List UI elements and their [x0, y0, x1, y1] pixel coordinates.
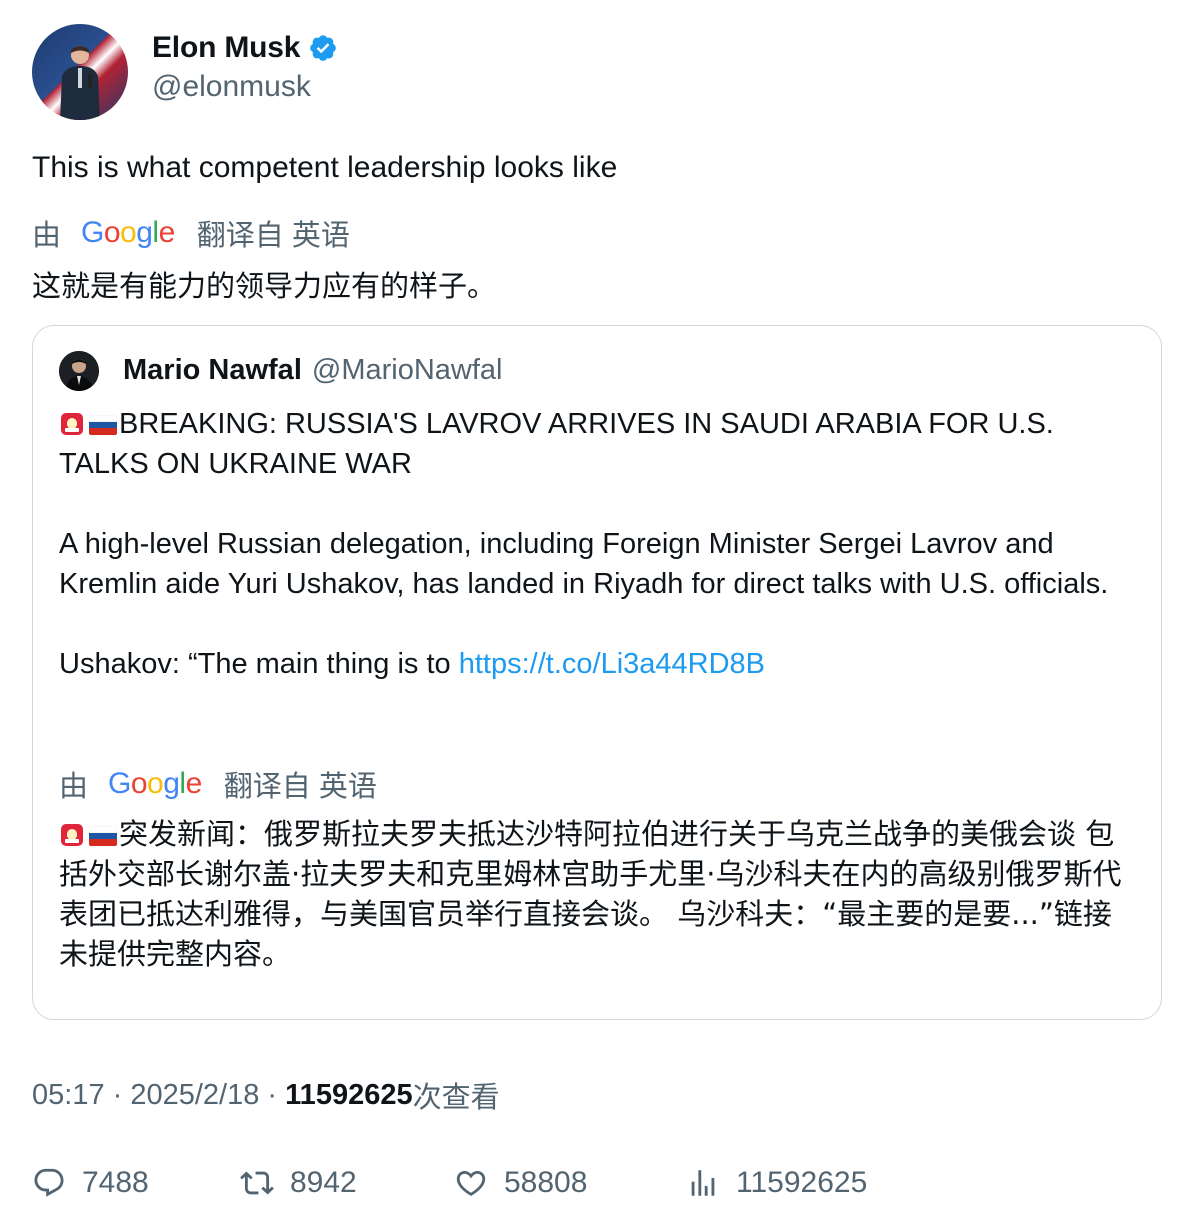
author-name[interactable]: Elon Musk: [152, 31, 300, 65]
quoted-translation-attribution: 由 Google 翻译自 英语: [59, 763, 377, 805]
quoted-translated-by-label: 由: [59, 771, 89, 803]
quoted-headline: BREAKING: RUSSIA'S LAVROV ARRIVES IN SAU…: [59, 408, 1054, 480]
verified-badge-icon: [310, 35, 337, 61]
translation-attribution: 由 Google 翻译自 英语: [32, 212, 350, 254]
view-count: 11592625: [285, 1078, 413, 1111]
retweet-button[interactable]: 8942: [240, 1166, 454, 1200]
avatar-figure: [60, 46, 100, 120]
reply-button[interactable]: 7488: [32, 1166, 240, 1200]
google-logo: Google: [81, 216, 175, 249]
quoted-translated-text: 突发新闻：俄罗斯拉夫罗夫抵达沙特阿拉伯进行关于乌克兰战争的美俄会谈 包括外交部长…: [59, 814, 1139, 974]
analytics-icon: [691, 1170, 715, 1196]
tweet-meta: 05:17 · 2025/2/18 · 11592625 次查看: [32, 1074, 500, 1116]
quoted-tweet-card[interactable]: Mario Nawfal @MarioNawfal BREAKING: RUSS…: [32, 325, 1162, 1020]
translated-tweet-text: 这就是有能力的领导力应有的样子。: [32, 269, 497, 303]
translation-source-label: 翻译自 英语: [196, 220, 350, 252]
like-count: 58808: [504, 1166, 588, 1199]
reply-icon: [34, 1168, 64, 1197]
quoted-quote-line: Ushakov: “The main thing is to https://t…: [59, 644, 1139, 684]
quoted-author-avatar[interactable]: [59, 351, 99, 391]
russia-flag-emoji-icon: [89, 415, 117, 435]
author-name-row[interactable]: Elon Musk: [152, 30, 338, 66]
quoted-translated-body: 突发新闻：俄罗斯拉夫罗夫抵达沙特阿拉伯进行关于乌克兰战争的美俄会谈 包括外交部长…: [59, 817, 1122, 971]
meta-separator: ·: [259, 1078, 286, 1111]
tweet-time[interactable]: 05:17: [32, 1079, 105, 1112]
quoted-headline-line: BREAKING: RUSSIA'S LAVROV ARRIVES IN SAU…: [59, 404, 1139, 484]
quoted-author-name[interactable]: Mario Nawfal: [123, 354, 302, 387]
like-button[interactable]: 58808: [454, 1166, 686, 1200]
quoted-author-row[interactable]: Mario Nawfal @MarioNawfal: [123, 354, 502, 387]
retweet-count: 8942: [290, 1166, 357, 1199]
heart-icon: [456, 1170, 486, 1196]
tweet-date[interactable]: 2025/2/18: [130, 1079, 259, 1112]
retweet-icon: [240, 1171, 274, 1195]
view-count-action: 11592625: [736, 1166, 868, 1199]
quoted-link[interactable]: https://t.co/Li3a44RD8B: [459, 648, 765, 680]
russia-flag-emoji-icon: [89, 826, 117, 846]
quoted-google-logo: Google: [108, 767, 202, 800]
siren-emoji-icon: [61, 824, 83, 846]
author-handle[interactable]: @elonmusk: [152, 70, 311, 104]
quoted-quote-prefix: Ushakov: “The main thing is to: [59, 648, 459, 680]
translated-by-label: 由: [32, 220, 62, 252]
siren-emoji-icon: [61, 413, 83, 435]
views-label: 次查看: [412, 1082, 500, 1114]
reply-count: 7488: [82, 1166, 149, 1199]
quoted-avatar-figure: [59, 351, 99, 391]
tweet-text: This is what competent leadership looks …: [32, 151, 618, 184]
action-bar: 7488 8942 58808 11592625: [32, 1158, 867, 1208]
quoted-translation-source-label: 翻译自 英语: [223, 771, 377, 803]
author-avatar[interactable]: [32, 24, 128, 120]
quoted-author-handle[interactable]: @MarioNawfal: [312, 354, 503, 387]
views-button[interactable]: 11592625: [686, 1166, 867, 1200]
quoted-paragraph: A high-level Russian delegation, includi…: [59, 528, 1109, 600]
meta-separator: ·: [104, 1078, 131, 1111]
quoted-tweet-text: BREAKING: RUSSIA'S LAVROV ARRIVES IN SAU…: [59, 404, 1139, 684]
